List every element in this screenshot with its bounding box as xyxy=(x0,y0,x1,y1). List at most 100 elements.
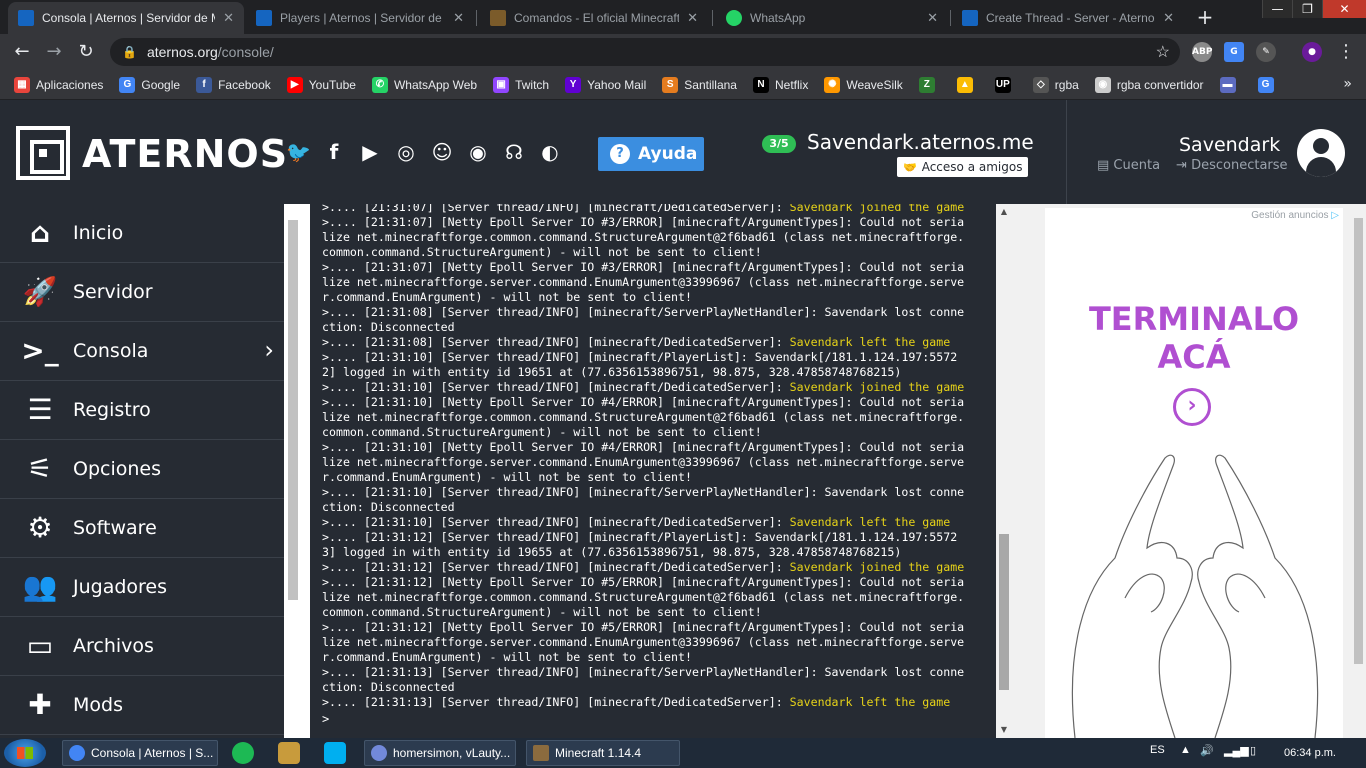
console-line-highlight: Savendark left the game xyxy=(789,695,951,709)
tab-consola[interactable]: Consola | Aternos | Servidor de M ✕ xyxy=(8,2,244,34)
close-window-button[interactable]: ✕ xyxy=(1322,0,1366,18)
sidebar-item-consola[interactable]: >_ Consola › xyxy=(0,322,284,381)
bookmark-item[interactable]: f Facebook xyxy=(196,76,271,93)
bookmark-item[interactable]: ✆ WhatsApp Web xyxy=(371,76,477,93)
clock[interactable]: 06:34 p.m. xyxy=(1284,747,1336,759)
close-tab-icon[interactable]: ✕ xyxy=(687,10,698,26)
console-line-text: >.... [21:31:07] [Server thread/INFO] [m… xyxy=(322,204,790,214)
console-line-text: common.command.StructureArgument) - will… xyxy=(322,245,762,259)
avatar[interactable] xyxy=(1297,129,1345,177)
taskbar-chrome-window[interactable]: Consola | Aternos | S... xyxy=(62,740,218,766)
sidebar-item-opciones[interactable]: ⚟ Opciones xyxy=(0,440,284,499)
youtube-icon[interactable]: ▶ xyxy=(358,140,382,164)
brand-name[interactable]: ATERNOS xyxy=(82,132,288,176)
forward-arrow-icon[interactable]: → xyxy=(42,40,66,64)
sidebar-scroll-thumb[interactable] xyxy=(288,220,298,600)
language-indicator[interactable]: ES xyxy=(1150,744,1165,756)
page-scrollbar[interactable] xyxy=(1351,204,1366,738)
close-tab-icon[interactable]: ✕ xyxy=(927,10,938,26)
bookmarks-overflow-icon[interactable]: » xyxy=(1343,76,1352,92)
translate-extension-icon[interactable]: G xyxy=(1224,42,1244,62)
username: Savendark xyxy=(1179,134,1281,156)
bookmark-item[interactable]: S Santillana xyxy=(662,76,737,93)
instagram-icon[interactable]: ◎ xyxy=(394,140,418,164)
friends-access-button[interactable]: 🤝 Acceso a amigos xyxy=(897,157,1028,177)
bookmark-item[interactable]: ▣ Twitch xyxy=(493,76,549,93)
network-icon[interactable]: ▂▄▆ xyxy=(1224,744,1249,757)
bookmark-item[interactable]: ▦ Aplicaciones xyxy=(14,76,103,93)
volume-icon[interactable]: 🔊 xyxy=(1200,744,1214,757)
bookmark-item[interactable]: ▬ xyxy=(1219,76,1242,93)
support-icon[interactable]: ☊ xyxy=(502,140,526,164)
discord-icon[interactable]: ◉ xyxy=(466,140,490,164)
sidebar-item-mods[interactable]: ✚ Mods xyxy=(0,676,284,735)
bookmark-item[interactable]: UP xyxy=(994,76,1017,93)
console-output[interactable]: >.... [21:31:07] [Server thread/INFO] [m… xyxy=(310,204,996,738)
close-tab-icon[interactable]: ✕ xyxy=(223,10,234,26)
help-button[interactable]: ? Ayuda xyxy=(598,137,704,171)
profile-extension-icon[interactable]: ● xyxy=(1302,42,1322,62)
sidebar-item-servidor[interactable]: 🚀 Servidor xyxy=(0,263,284,322)
github-icon[interactable]: ◐ xyxy=(538,140,562,164)
bookmark-star-icon[interactable]: ☆ xyxy=(1156,42,1170,62)
tab-players[interactable]: Players | Aternos | Servidor de M ✕ xyxy=(246,2,474,34)
scroll-up-arrow-icon[interactable]: ▲ xyxy=(996,204,1012,220)
console-prompt[interactable]: > xyxy=(322,712,329,726)
logout-link[interactable]: ⇥ Desconectarse xyxy=(1176,158,1295,173)
taskbar-discord-window[interactable]: homersimon, vLauty... xyxy=(364,740,516,766)
bookmark-item[interactable]: G Google xyxy=(119,76,180,93)
tab-whatsapp[interactable]: WhatsApp ✕ xyxy=(716,2,948,34)
account-link[interactable]: ▤ Cuenta xyxy=(1097,158,1168,173)
ad-arrow-icon[interactable]: › xyxy=(1173,388,1211,426)
taskbar-minecraft-window[interactable]: Minecraft 1.14.4 xyxy=(526,740,680,766)
tray-expand-icon[interactable]: ▲ xyxy=(1180,744,1191,756)
minecraft-favicon-icon xyxy=(490,10,506,26)
google-icon: G xyxy=(119,76,136,93)
bookmark-item[interactable]: ◉ rgba convertidor xyxy=(1094,76,1204,93)
bookmark-item[interactable]: ◇ rgba xyxy=(1032,76,1079,93)
ad-choices-label[interactable]: Gestión anuncios ▷ xyxy=(1251,210,1339,221)
sidebar-item-software[interactable]: ⚙ Software xyxy=(0,499,284,558)
console-line-text: 2] logged in with entity id 19651 at (77… xyxy=(322,365,902,379)
sidebar-item-jugadores[interactable]: 👥 Jugadores xyxy=(0,558,284,617)
bookmark-item[interactable]: ▶ YouTube xyxy=(286,76,356,93)
back-arrow-icon[interactable]: ← xyxy=(10,40,34,64)
sidebar-item-registro[interactable]: ☰ Registro xyxy=(0,381,284,440)
tab-comandos[interactable]: Comandos - El oficial Minecraft ✕ xyxy=(480,2,708,34)
reload-icon[interactable]: ↻ xyxy=(74,40,98,64)
power-icon[interactable]: ▯ xyxy=(1250,744,1256,757)
adblock-extension-icon[interactable]: ABP xyxy=(1192,42,1212,62)
reddit-icon[interactable]: ☺ xyxy=(430,140,454,164)
bookmark-item[interactable]: G xyxy=(1257,76,1280,93)
address-bar[interactable]: 🔒 aternos.org /console/ ☆ xyxy=(110,38,1180,66)
close-tab-icon[interactable]: ✕ xyxy=(1163,10,1174,26)
ad-banner[interactable]: Gestión anuncios ▷ TERMINALO ACÁ › xyxy=(1045,208,1343,738)
facebook-icon[interactable]: f xyxy=(322,140,346,164)
maximize-button[interactable]: ❐ xyxy=(1292,0,1322,18)
bookmark-label: Facebook xyxy=(218,77,271,92)
minimize-button[interactable]: — xyxy=(1262,0,1292,18)
sidebar-item-inicio[interactable]: ⌂ Inicio xyxy=(0,204,284,263)
bookmark-item[interactable]: Z xyxy=(918,76,941,93)
pen-extension-icon[interactable]: ✎ xyxy=(1256,42,1276,62)
new-tab-button[interactable]: + xyxy=(1193,6,1217,28)
sidebar-scrollbar[interactable] xyxy=(284,204,310,738)
console-scrollbar[interactable]: ▲ ▼ xyxy=(996,204,1012,738)
page-scroll-thumb[interactable] xyxy=(1354,218,1363,664)
scroll-down-arrow-icon[interactable]: ▼ xyxy=(996,722,1012,738)
twitter-icon[interactable]: 🐦 xyxy=(286,140,311,164)
windows-start-icon[interactable] xyxy=(4,739,46,767)
bookmark-item[interactable]: N Netflix xyxy=(752,76,808,93)
close-tab-icon[interactable]: ✕ xyxy=(453,10,464,26)
sidebar-item-archivos[interactable]: ▭ Archivos xyxy=(0,617,284,676)
bookmark-item[interactable]: ▲ xyxy=(956,76,979,93)
tab-create-thread[interactable]: Create Thread - Server - Aternos ✕ xyxy=(952,2,1184,34)
bookmark-item[interactable]: ✺ WeaveSilk xyxy=(824,76,903,93)
skype-icon[interactable] xyxy=(324,742,346,764)
bookmark-item[interactable]: Y Yahoo Mail xyxy=(565,76,646,93)
league-icon[interactable] xyxy=(278,742,300,764)
aternos-logo-icon[interactable] xyxy=(16,126,70,180)
spotify-icon[interactable] xyxy=(232,742,254,764)
menu-kebab-icon[interactable]: ⋮ xyxy=(1334,40,1358,64)
console-scroll-thumb[interactable] xyxy=(999,534,1009,690)
